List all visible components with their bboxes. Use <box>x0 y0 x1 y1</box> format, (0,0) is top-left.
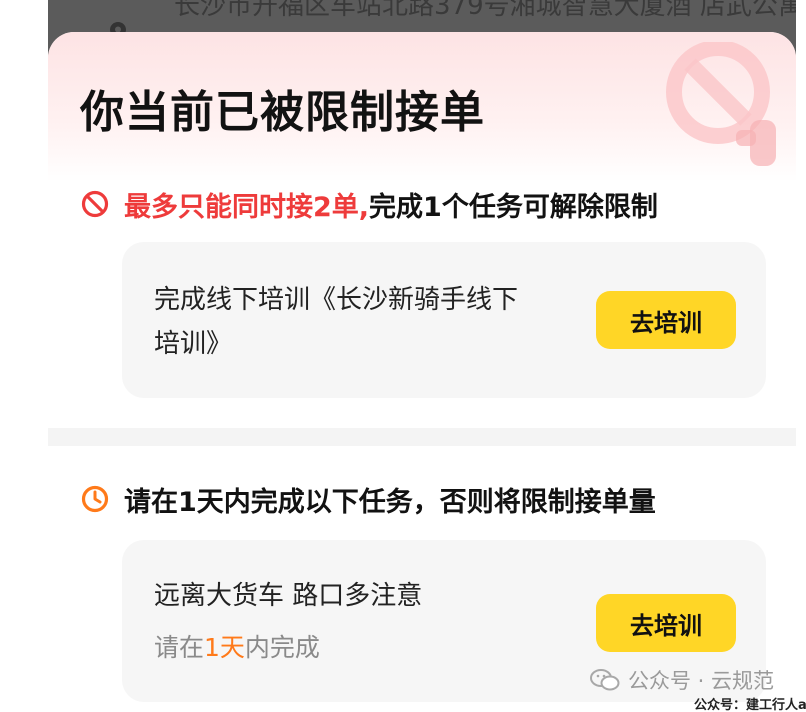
limit-text: 最多只能同时接2单, <box>124 191 370 223</box>
task-name: 完成线下培训《长沙新骑手线下 培训》 <box>154 278 518 366</box>
training-task-card: 完成线下培训《长沙新骑手线下 培训》 去培训 <box>122 242 766 398</box>
page-title: 你当前已被限制接单 <box>80 87 485 138</box>
deadline-condition: 请在1天内完成以下任务，否则将限制接单量 <box>80 479 656 519</box>
due-prefix: 请在 <box>154 633 205 662</box>
go-training-button[interactable]: 去培训 <box>596 291 736 349</box>
restriction-condition: 最多只能同时接2单, 完成1个任务可解除限制 <box>80 184 658 224</box>
watermark: 公众号 · 云规范 <box>590 664 774 696</box>
background-address: 长沙市开福区车站北路379号湘城智慧大厦酒 店武公寓及办公楼109 <box>174 0 796 21</box>
go-training-button-2[interactable]: 去培训 <box>596 594 736 652</box>
due-text: 请在1天内完成 <box>154 628 320 668</box>
ban-icon <box>81 190 109 218</box>
task-name-line2: 培训》 <box>154 329 233 359</box>
wechat-icon <box>590 669 620 691</box>
watermark-credit: 公众号：建工行人a <box>694 698 806 712</box>
due-suffix: 内完成 <box>244 633 320 662</box>
unlock-text: 完成1个任务可解除限制 <box>369 191 658 223</box>
task-name-line1: 完成线下培训《长沙新骑手线下 <box>154 285 519 315</box>
clock-icon <box>81 485 109 513</box>
restriction-sheet: 你当前已被限制接单 最多只能同时接2单, 完成1个任务可解除限制 完成线下培训《… <box>48 32 796 428</box>
deadline-text: 请在1天内完成以下任务，否则将限制接单量 <box>124 486 656 518</box>
prohibited-sign-icon <box>666 42 776 166</box>
due-value: 1天 <box>204 633 245 662</box>
section-divider <box>48 428 796 446</box>
watermark-source: 公众号 · 云规范 <box>628 669 775 693</box>
safety-task-name: 远离大货车 路口多注意 <box>154 581 423 611</box>
